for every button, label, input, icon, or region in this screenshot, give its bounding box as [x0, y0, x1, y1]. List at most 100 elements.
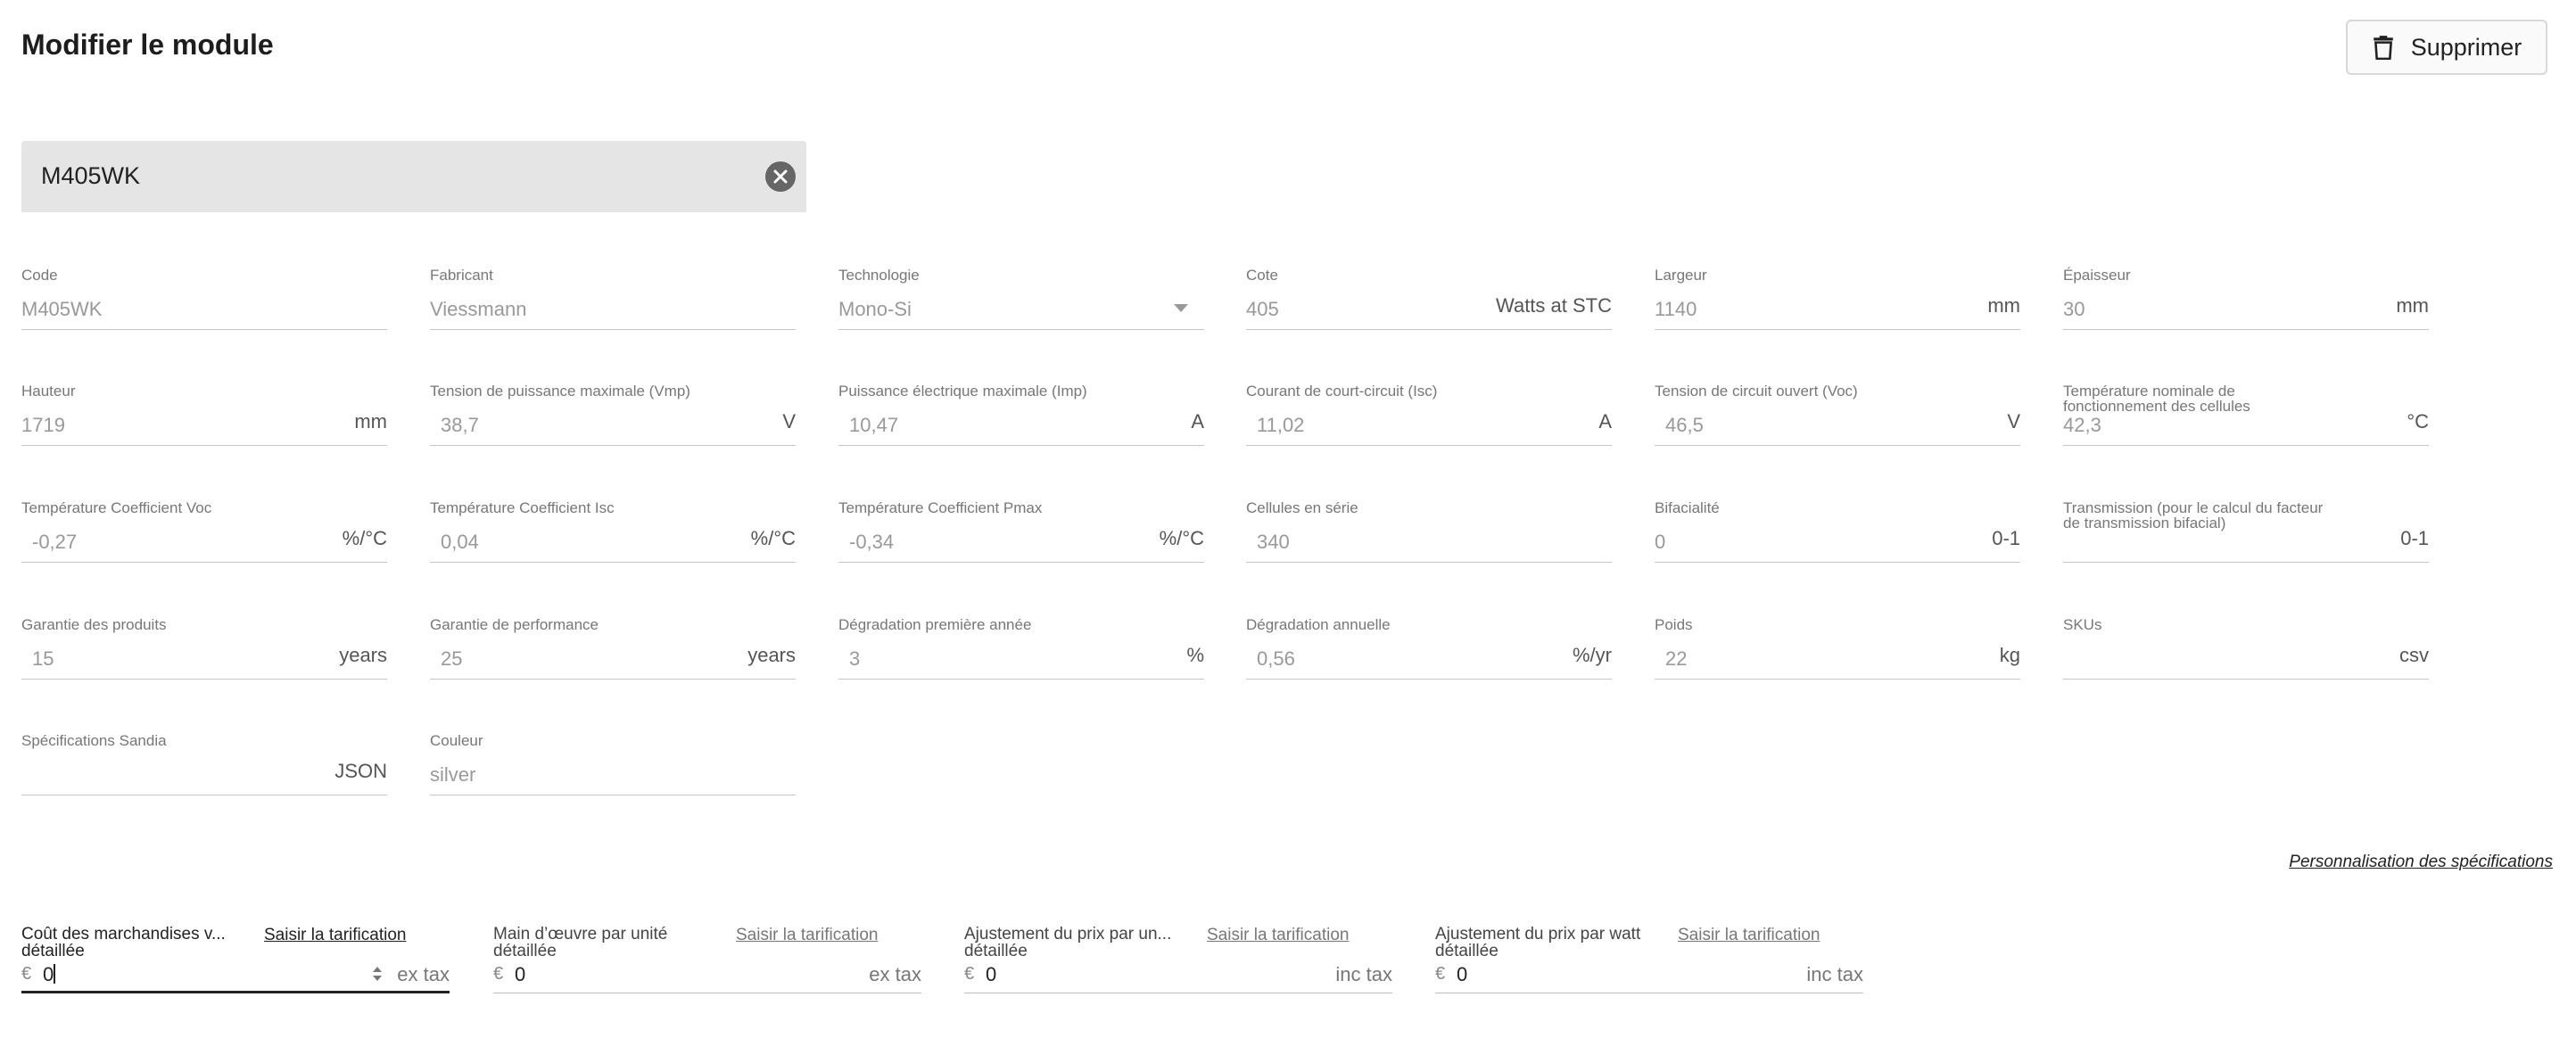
first-year-degradation-field[interactable]: Dégradation première année 3 %: [838, 617, 1204, 680]
field-unit: %/°C: [342, 527, 387, 549]
weight-field[interactable]: Poids 22 kg: [1655, 617, 2020, 680]
field-label: Température Coefficient Pmax: [838, 499, 1043, 516]
field-unit: %/yr: [1573, 644, 1612, 666]
trash-icon: [2373, 36, 2393, 60]
stepper-icon[interactable]: [371, 965, 384, 983]
delete-button-label: Supprimer: [2410, 33, 2522, 61]
field-unit: mm: [354, 410, 387, 433]
width-field[interactable]: Largeur 1140 mm: [1655, 268, 2020, 330]
custom-specs-link[interactable]: Personnalisation des spécifications: [2289, 853, 2553, 872]
price-value: 0: [986, 963, 997, 985]
field-unit: A: [1191, 410, 1204, 433]
field-unit: years: [339, 644, 387, 666]
height-field[interactable]: Hauteur 1719 mm: [21, 383, 387, 446]
field-unit: V: [782, 410, 796, 433]
field-value: 10,47: [849, 414, 899, 436]
field-label: Couleur: [430, 732, 483, 749]
voc-field[interactable]: Tension de circuit ouvert (Voc) 46,5 V: [1655, 383, 2020, 446]
tax-label: inc tax: [1335, 963, 1392, 985]
price-label: Ajustement du prix par un... détaillée: [964, 926, 1172, 960]
annual-degradation-field[interactable]: Dégradation annuelle 0,56 %/yr: [1246, 617, 1612, 680]
enter-pricing-link[interactable]: Saisir la tarification: [264, 926, 406, 945]
field-label: Courant de court-circuit (Isc): [1246, 383, 1438, 400]
tax-label: inc tax: [1806, 963, 1863, 985]
field-label: Cote: [1246, 267, 1278, 284]
labor-price-field[interactable]: Main d’œuvre par unité détaillée Saisir l…: [493, 926, 921, 993]
field-unit: %/°C: [750, 527, 796, 549]
field-value: 1719: [21, 414, 65, 436]
currency-symbol: €: [964, 964, 975, 984]
price-value: 0: [43, 963, 56, 985]
field-label: Garantie de performance: [430, 616, 599, 633]
field-label: Tension de circuit ouvert (Voc): [1655, 383, 1858, 400]
field-value: 3: [849, 647, 861, 670]
field-value: Mono-Si: [838, 298, 912, 320]
thickness-field[interactable]: Épaisseur 30 mm: [2063, 268, 2429, 330]
field-value: 30: [2063, 298, 2085, 320]
field-label: Puissance électrique maximale (Imp): [838, 383, 1087, 400]
field-unit: 0-1: [2400, 527, 2429, 549]
field-unit: mm: [1987, 294, 2020, 317]
field-unit: JSON: [334, 760, 387, 782]
color-field[interactable]: Couleur silver: [430, 733, 796, 795]
product-warranty-field[interactable]: Garantie des produits 15 years: [21, 617, 387, 680]
field-label: Épaisseur: [2063, 267, 2131, 284]
field-unit: years: [747, 644, 796, 666]
field-label: Technologie: [838, 267, 920, 284]
temp-coef-isc-field[interactable]: Température Coefficient Isc 0,04 %/°C: [430, 500, 796, 563]
dropdown-caret-icon[interactable]: [1174, 304, 1188, 312]
delete-button[interactable]: Supprimer: [2346, 20, 2547, 75]
cogs-price-field[interactable]: Coût des marchandises v... détaillée Sais…: [21, 926, 450, 993]
rating-field[interactable]: Cote 405 Watts at STC: [1246, 268, 1612, 330]
enter-pricing-link[interactable]: Saisir la tarification: [1678, 926, 1820, 945]
field-label: Transmission (pour le calcul du facteur d…: [2063, 499, 2324, 532]
module-name-input[interactable]: M405WK: [21, 141, 806, 212]
price-value: 0: [1457, 963, 1468, 985]
enter-pricing-link[interactable]: Saisir la tarification: [1207, 926, 1349, 945]
field-label: Dégradation annuelle: [1246, 616, 1391, 633]
vmp-field[interactable]: Tension de puissance maximale (Vmp) 38,7…: [430, 383, 796, 446]
page-title: Modifier le module: [21, 29, 274, 61]
field-value: 25: [441, 647, 463, 670]
field-value: silver: [430, 763, 476, 786]
temp-coef-voc-field[interactable]: Température Coefficient Voc -0,27 %/°C: [21, 500, 387, 563]
isc-field[interactable]: Courant de court-circuit (Isc) 11,02 A: [1246, 383, 1612, 446]
field-label: Température Coefficient Voc: [21, 499, 212, 516]
cells-in-series-field[interactable]: Cellules en série 340: [1246, 500, 1612, 563]
field-label: Température Coefficient Isc: [430, 499, 615, 516]
currency-symbol: €: [493, 964, 504, 984]
field-value: 22: [1665, 647, 1688, 670]
performance-warranty-field[interactable]: Garantie de performance 25 years: [430, 617, 796, 680]
field-label: Bifacialité: [1655, 499, 1720, 516]
noct-field[interactable]: Température nominale de fonctionnement de…: [2063, 383, 2429, 446]
code-field[interactable]: Code M405WK: [21, 268, 387, 330]
field-value: 0: [1655, 531, 1666, 553]
bifaciality-field[interactable]: Bifacialité 0 0-1: [1655, 500, 2020, 563]
watt-adjustment-price-field[interactable]: Ajustement du prix par watt détaillée Sai…: [1435, 926, 1863, 993]
field-value: 0,04: [441, 531, 479, 553]
skus-field[interactable]: SKUs csv: [2063, 617, 2429, 680]
enter-pricing-link[interactable]: Saisir la tarification: [736, 926, 878, 945]
price-value: 0: [515, 963, 526, 985]
field-value: 405: [1246, 298, 1279, 320]
field-unit: 0-1: [1992, 527, 2020, 549]
manufacturer-field[interactable]: Fabricant Viessmann: [430, 268, 796, 330]
unit-adjustment-price-field[interactable]: Ajustement du prix par un... détaillée Sa…: [964, 926, 1392, 993]
temp-coef-pmax-field[interactable]: Température Coefficient Pmax -0,34 %/°C: [838, 500, 1204, 563]
field-value: 11,02: [1257, 414, 1305, 436]
imp-field[interactable]: Puissance électrique maximale (Imp) 10,4…: [838, 383, 1204, 446]
field-value: 46,5: [1665, 414, 1704, 436]
field-value: 15: [32, 647, 54, 670]
currency-symbol: €: [21, 964, 32, 984]
field-unit: mm: [2396, 294, 2429, 317]
clear-icon[interactable]: [765, 161, 796, 192]
field-label: Garantie des produits: [21, 616, 167, 633]
tax-label: ex tax: [869, 963, 921, 985]
transmission-field[interactable]: Transmission (pour le calcul du facteur d…: [2063, 500, 2429, 563]
sandia-specs-field[interactable]: Spécifications Sandia JSON: [21, 733, 387, 795]
field-value: 38,7: [441, 414, 479, 436]
field-value: M405WK: [21, 298, 103, 320]
field-value: Viessmann: [430, 298, 527, 320]
field-unit: kg: [1999, 644, 2020, 666]
technology-select[interactable]: Technologie Mono-Si: [838, 268, 1204, 330]
